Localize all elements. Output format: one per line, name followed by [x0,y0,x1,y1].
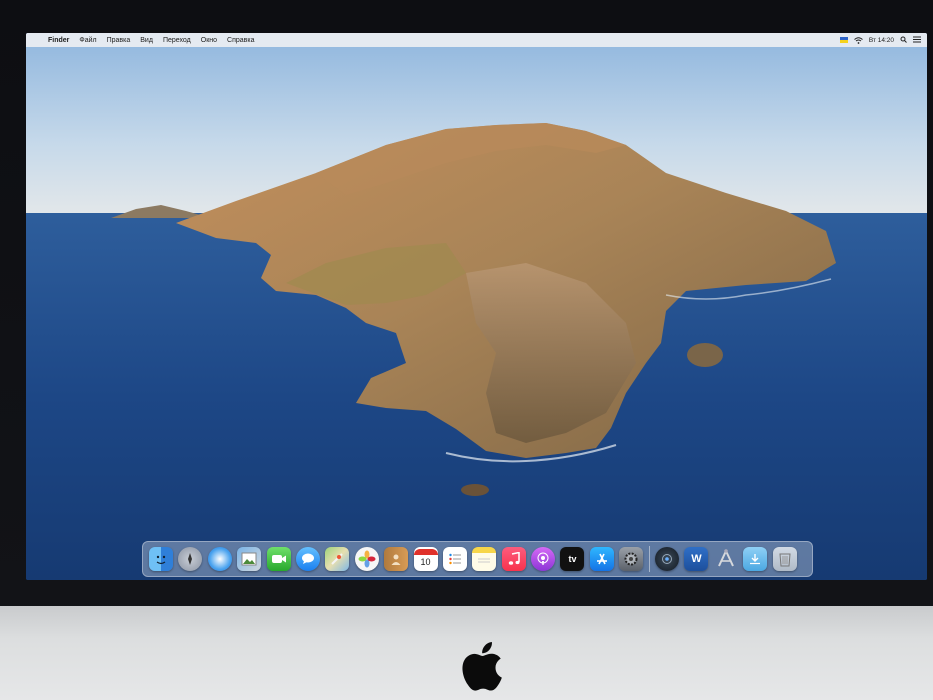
launchpad-icon[interactable] [178,547,203,571]
system-preferences-icon[interactable] [619,547,644,571]
apple-tv-label: tv [568,554,577,564]
menu-view[interactable]: Вид [140,37,159,44]
menu-window[interactable]: Окно [201,37,223,44]
menu-help[interactable]: Справка [227,37,260,44]
desktop-wallpaper [26,33,927,580]
menubar-status-area: Вт 14:20 [839,33,921,47]
calendar-date-text: 10 [420,557,431,567]
downloads-folder-icon[interactable] [743,547,768,571]
contacts-icon[interactable] [384,547,409,571]
facetime-icon[interactable] [266,547,291,571]
finder-icon[interactable] [149,547,173,571]
photos-icon[interactable] [354,547,379,571]
imac-bezel: Finder Файл Правка Вид Переход Окно Спра… [0,0,933,700]
app-store-icon[interactable] [589,547,614,571]
menu-finder[interactable]: Finder [48,37,75,44]
trash-icon[interactable] [772,547,797,571]
messages-icon[interactable] [295,547,320,571]
notes-icon[interactable] [472,547,497,571]
safari-icon[interactable] [207,547,232,571]
calendar-icon[interactable]: 10 [413,547,438,571]
apple-tv-icon[interactable]: tv [560,547,585,571]
spotlight-icon[interactable] [900,36,907,45]
podcasts-icon[interactable] [531,547,556,571]
desktop-screen: Finder Файл Правка Вид Переход Окно Спра… [26,33,927,580]
apple-logo-icon [462,642,502,691]
reminders-icon[interactable] [442,547,467,571]
dock-separator [648,546,650,572]
maps-icon[interactable] [325,547,350,571]
word-icon[interactable]: W [684,547,709,571]
menubar-clock[interactable]: Вт 14:20 [869,37,894,44]
dock: 10 tv W [142,541,813,577]
music-icon[interactable] [501,547,526,571]
word-icon-letter: W [691,553,702,565]
menu-bar: Finder Файл Правка Вид Переход Окно Спра… [26,33,927,47]
menu-edit[interactable]: Правка [107,37,137,44]
xcode-tool-icon[interactable] [714,547,738,571]
photo-viewer-icon[interactable] [237,547,262,571]
menu-file[interactable]: Файл [79,37,102,44]
menu-go[interactable]: Переход [163,37,197,44]
wifi-icon[interactable] [853,36,863,44]
screenshot-app-icon[interactable] [655,547,680,571]
input-source-flag-icon[interactable] [839,37,848,43]
notification-center-icon[interactable] [913,36,921,45]
